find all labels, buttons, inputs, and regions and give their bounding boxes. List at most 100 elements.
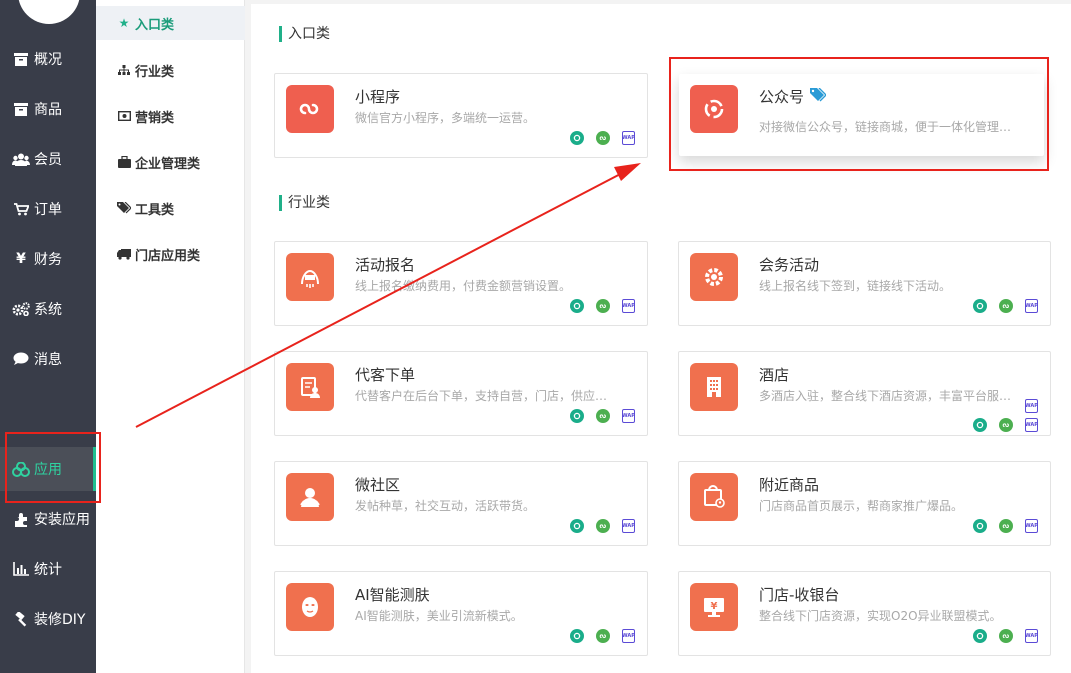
mini-program-badge-icon xyxy=(999,629,1013,643)
app-name-text: 公众号 xyxy=(759,88,805,106)
sitemap-icon xyxy=(116,64,132,76)
wap-icon: WAP xyxy=(1025,519,1038,533)
sidebar-item-label: 订单 xyxy=(34,202,62,218)
app-card-hotel[interactable]: 酒店 多酒店入驻，整合线下酒店资源，丰富平台服… WAP WAP xyxy=(678,351,1051,436)
subnav-item-store-apps[interactable]: 门店应用类 xyxy=(96,237,245,271)
app-name: 微社区 xyxy=(355,476,401,494)
sidebar-item-label: 概况 xyxy=(34,52,62,68)
app-card-activity-signup[interactable]: 活动报名线上报名缴纳费用，付费金额营销设置。 WAP xyxy=(274,241,648,326)
ai-skin-test-icon xyxy=(286,583,334,631)
mini-program-badge-icon xyxy=(596,409,610,423)
app-card-store-cashier[interactable]: ¥ 门店-收银台 整合线下门店资源，实现O2O异业联盟模式。 WAP xyxy=(678,571,1051,656)
wechat-official-icon xyxy=(973,418,987,432)
app-card-mini-program[interactable]: 小程序 微信官方小程序，多端统一运营。 WAP xyxy=(274,73,648,158)
apps-icon xyxy=(12,461,30,477)
category-subnav: ★ 入口类 行业类 营销类 企业管理类 工具类 门店应用类 xyxy=(96,0,245,673)
star-icon: ★ xyxy=(118,16,130,30)
section-title-entry: 入口类 xyxy=(279,26,330,42)
subnav-item-label: 门店应用类 xyxy=(135,248,201,264)
mini-program-icon xyxy=(286,85,334,133)
subnav-item-tools[interactable]: 工具类 xyxy=(96,191,245,225)
store-cashier-icon: ¥ xyxy=(690,583,738,631)
subnav-item-marketing[interactable]: 营销类 xyxy=(96,99,245,133)
avatar[interactable] xyxy=(18,0,80,24)
app-name: 酒店 xyxy=(759,366,790,384)
app-name: 代客下单 xyxy=(355,366,416,384)
app-card-ai-skin-test[interactable]: AI智能测肤 AI智能测肤，美业引流新模式。 WAP xyxy=(274,571,648,656)
sidebar-item-orders[interactable]: 订单 xyxy=(0,189,96,229)
mini-program-badge-icon xyxy=(596,519,610,533)
sidebar-item-label: 消息 xyxy=(34,352,62,368)
hotel-icon xyxy=(690,363,738,411)
subnav-item-label: 营销类 xyxy=(135,110,175,126)
puzzle-icon xyxy=(12,512,30,527)
box-icon xyxy=(12,102,30,116)
activity-signup-icon xyxy=(286,253,334,301)
app-description: 线上报名缴纳费用，付费金额营销设置。 xyxy=(355,279,572,293)
app-name: 活动报名 xyxy=(355,256,416,274)
sidebar-item-label: 装修DIY xyxy=(34,612,86,628)
app-description: 微信官方小程序，多端统一运营。 xyxy=(355,111,536,125)
sidebar-item-label: 应用 xyxy=(34,462,62,478)
subnav-item-industry[interactable]: 行业类 xyxy=(96,53,245,87)
app-name: 附近商品 xyxy=(759,476,820,494)
mini-program-badge-icon xyxy=(999,519,1013,533)
conference-icon xyxy=(690,253,738,301)
mini-program-badge-icon xyxy=(596,131,610,145)
tags-icon xyxy=(116,202,132,214)
app-card-nearby-goods[interactable]: 附近商品门店商品首页展示，帮商家推广爆品。 WAP xyxy=(678,461,1051,546)
wap-icon: WAP xyxy=(622,299,635,313)
svg-text:¥: ¥ xyxy=(711,601,718,612)
app-description: 多酒店入驻，整合线下酒店资源，丰富平台服… xyxy=(759,389,1012,403)
app-card-community[interactable]: 微社区 发帖种草，社交互动，活跃带货。 WAP xyxy=(274,461,648,546)
bar-chart-icon xyxy=(12,562,30,576)
mini-program-badge-icon xyxy=(999,299,1013,313)
sidebar-item-apps[interactable]: 应用 xyxy=(0,447,96,491)
briefcase-icon xyxy=(116,156,132,168)
app-name: AI智能测肤 xyxy=(355,586,430,604)
sidebar-item-label: 财务 xyxy=(34,252,62,268)
subnav-item-label: 企业管理类 xyxy=(135,156,201,172)
wap-icon: WAP xyxy=(622,131,635,145)
app-description: AI智能测肤，美业引流新模式。 xyxy=(355,609,523,623)
wechat-official-icon xyxy=(570,131,584,145)
sidebar-item-install-apps[interactable]: 安装应用 xyxy=(0,499,96,539)
subnav-item-entry[interactable]: ★ 入口类 xyxy=(96,6,245,40)
app-description: 对接微信公众号，链接商城，便于一体化管理… xyxy=(759,120,1012,134)
app-card-official-account[interactable]: 公众号 对接微信公众号，链接商城，便于一体化管理… xyxy=(679,74,1044,156)
wap-icon: WAP xyxy=(622,409,635,423)
app-card-conference[interactable]: 会务活动 线上报名线下签到，链接线下活动。 WAP xyxy=(678,241,1051,326)
sidebar-item-system[interactable]: 系统 xyxy=(0,289,96,329)
official-account-icon xyxy=(690,85,738,133)
main-sidebar: 概况 商品 会员 订单 ¥ 财务 系统 消息 应用 安装应用 统计 装修DIY xyxy=(0,0,96,673)
sidebar-item-products[interactable]: 商品 xyxy=(0,89,96,129)
subnav-item-enterprise[interactable]: 企业管理类 xyxy=(96,145,245,179)
app-card-proxy-order[interactable]: 代客下单 代替客户在后台下单，支持自营，门店，供应… WAP xyxy=(274,351,648,436)
sidebar-item-label: 系统 xyxy=(34,302,62,318)
box-icon xyxy=(12,52,30,66)
mini-program-badge-icon xyxy=(596,299,610,313)
sidebar-item-overview[interactable]: 概况 xyxy=(0,39,96,79)
subnav-item-label: 入口类 xyxy=(135,17,175,33)
app-description: 门店商品首页展示，帮商家推广爆品。 xyxy=(759,499,964,513)
app-name: 小程序 xyxy=(355,88,401,106)
subnav-item-label: 工具类 xyxy=(135,202,175,218)
wechat-official-icon xyxy=(973,299,987,313)
sidebar-item-finance[interactable]: ¥ 财务 xyxy=(0,239,96,279)
sidebar-item-label: 安装应用 xyxy=(34,512,90,528)
sidebar-item-members[interactable]: 会员 xyxy=(0,139,96,179)
sidebar-item-decorate-diy[interactable]: 装修DIY xyxy=(0,599,96,639)
wechat-official-icon xyxy=(973,629,987,643)
sidebar-item-messages[interactable]: 消息 xyxy=(0,339,96,379)
sidebar-item-statistics[interactable]: 统计 xyxy=(0,549,96,589)
app-description: 线上报名线下签到，链接线下活动。 xyxy=(759,279,952,293)
sidebar-item-label: 商品 xyxy=(34,102,62,118)
nearby-goods-icon xyxy=(690,473,738,521)
mini-program-badge-icon xyxy=(596,629,610,643)
wechat-official-icon xyxy=(570,299,584,313)
section-title-industry: 行业类 xyxy=(279,195,330,211)
wechat-official-icon xyxy=(973,519,987,533)
wap-icon: WAP xyxy=(1025,299,1038,313)
truck-icon xyxy=(116,248,132,260)
app-description: 整合线下门店资源，实现O2O异业联盟模式。 xyxy=(759,609,1002,623)
